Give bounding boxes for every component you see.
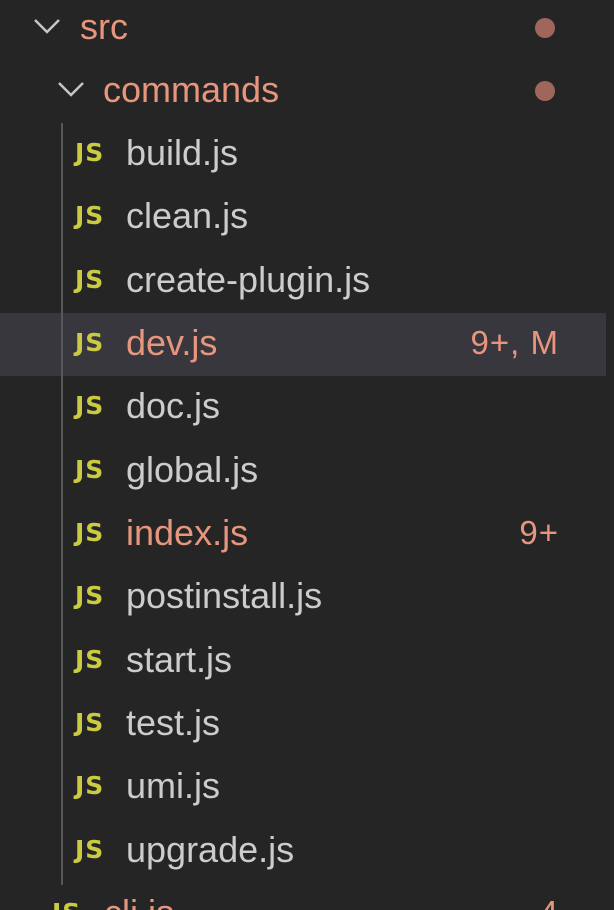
file-label: build.js xyxy=(126,132,239,173)
javascript-file-icon: JS xyxy=(75,581,105,610)
file-label: upgrade.js xyxy=(126,829,295,870)
file-label: dev.js xyxy=(126,322,218,363)
file-label: test.js xyxy=(126,702,221,743)
javascript-file-icon: JS xyxy=(75,771,105,800)
javascript-file-icon: JS xyxy=(75,518,105,547)
javascript-file-icon: JS xyxy=(75,708,105,737)
modified-dot-icon xyxy=(535,18,555,38)
file-label: doc.js xyxy=(126,385,221,426)
javascript-file-icon: JS xyxy=(75,391,105,420)
file-row-create-plugin[interactable]: JS create-plugin.js xyxy=(0,250,606,313)
javascript-file-icon: JS xyxy=(75,138,105,167)
file-label: index.js xyxy=(126,512,249,553)
file-row-postinstall[interactable]: JS postinstall.js xyxy=(0,566,606,629)
problems-badge: 4 xyxy=(540,883,559,910)
file-row-global[interactable]: JS global.js xyxy=(0,440,606,503)
folder-label-commands: commands xyxy=(103,69,280,110)
file-row-test[interactable]: JS test.js xyxy=(0,693,606,756)
chevron-down-icon[interactable] xyxy=(54,60,84,123)
file-row-doc[interactable]: JS doc.js xyxy=(0,376,606,439)
file-explorer: src commands JS build.js JS clean.js JS … xyxy=(0,0,614,910)
file-row-umi[interactable]: JS umi.js xyxy=(0,756,606,819)
file-label: postinstall.js xyxy=(126,575,323,616)
file-row-start[interactable]: JS start.js xyxy=(0,630,606,693)
file-label: clean.js xyxy=(126,195,249,236)
file-label: create-plugin.js xyxy=(126,259,371,300)
folder-row-src[interactable]: src xyxy=(0,0,606,60)
file-row-clean[interactable]: JS clean.js xyxy=(0,186,606,249)
javascript-file-icon: JS xyxy=(75,835,105,864)
folder-label-src: src xyxy=(80,6,128,47)
modified-dot-icon xyxy=(535,81,555,101)
problems-badge: 9+, M xyxy=(470,324,559,361)
javascript-file-icon: JS xyxy=(75,645,105,674)
file-row-index[interactable]: JS index.js 9+ xyxy=(0,503,606,566)
file-label: umi.js xyxy=(126,765,221,806)
javascript-file-icon: JS xyxy=(75,201,105,230)
javascript-file-icon: JS xyxy=(75,455,105,484)
problems-badge: 9+ xyxy=(519,514,559,551)
file-label: cli.js xyxy=(104,883,174,910)
javascript-file-icon: JS xyxy=(52,883,81,910)
file-label: start.js xyxy=(126,639,233,680)
javascript-file-icon: JS xyxy=(75,328,105,357)
chevron-down-icon[interactable] xyxy=(30,0,60,60)
file-label: global.js xyxy=(126,449,259,490)
javascript-file-icon: JS xyxy=(75,265,105,294)
file-row-cli[interactable]: JS cli.js 4 xyxy=(0,883,606,910)
file-row-build[interactable]: JS build.js xyxy=(0,123,606,186)
file-row-upgrade[interactable]: JS upgrade.js xyxy=(0,820,606,883)
file-row-dev[interactable]: JS dev.js 9+, M xyxy=(0,313,606,376)
indent-guide xyxy=(61,123,63,885)
folder-row-commands[interactable]: commands xyxy=(0,60,606,123)
